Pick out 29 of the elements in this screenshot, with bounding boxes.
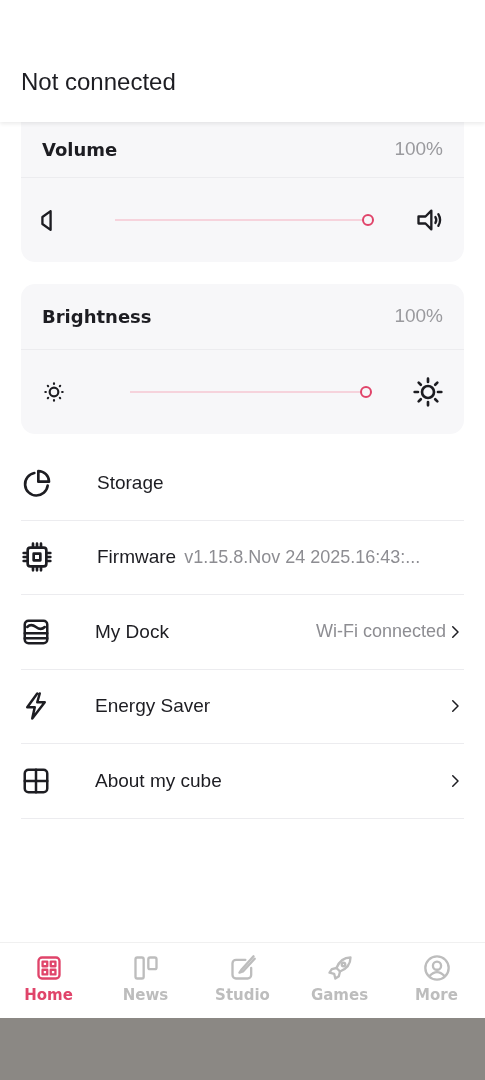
item-label: Storage	[97, 470, 164, 495]
slider-thumb[interactable]	[362, 214, 374, 226]
menu-item[interactable]: Energy Saver	[21, 669, 464, 744]
item-label: Energy Saver	[95, 694, 211, 718]
nav-tab[interactable]: Home	[0, 943, 97, 1018]
slider-thumb[interactable]	[360, 386, 372, 398]
control-value: 100%	[394, 137, 443, 162]
control-label: Volume	[42, 138, 118, 162]
control-label: Brightness	[42, 305, 152, 329]
item-label: About my cube	[95, 768, 222, 793]
page-title: Not connected	[21, 67, 176, 97]
control-value: 100%	[394, 304, 443, 329]
menu-item[interactable]: About my cube	[21, 744, 464, 819]
item-label: My Dock	[95, 619, 169, 644]
rocket-icon	[325, 954, 354, 983]
item-value: v1.15.8.Nov 24 2025.16:43:...	[184, 545, 421, 569]
menu-item[interactable]: Storage	[21, 446, 464, 521]
user-icon	[422, 954, 451, 983]
grid-icon	[34, 954, 63, 983]
menu-item[interactable]: Firmware v1.15.8.Nov 24 2025.16:43:...	[21, 520, 464, 595]
item-label: Firmware	[97, 545, 177, 569]
speaker-low-icon	[41, 209, 52, 231]
pencil-square-icon	[228, 954, 257, 983]
sun-icon	[412, 376, 444, 408]
sun-small-icon	[41, 379, 67, 405]
columns-icon	[131, 954, 160, 983]
chip-icon	[21, 541, 53, 574]
menu-item[interactable]: My Dock Wi-Fi connected	[21, 595, 464, 670]
item-value: Wi-Fi connected	[315, 620, 446, 644]
